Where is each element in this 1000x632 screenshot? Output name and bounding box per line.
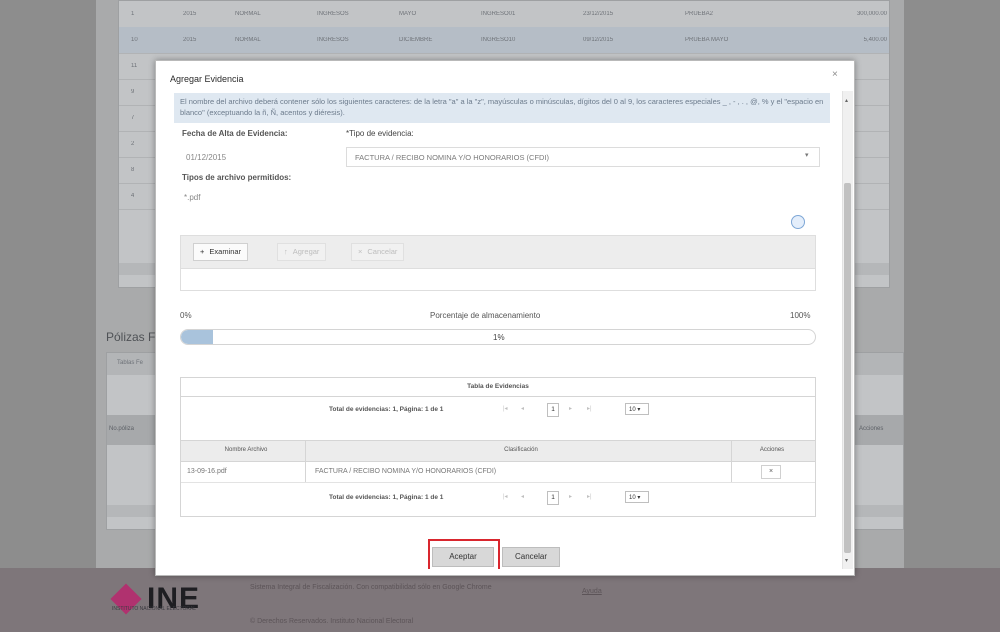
bg-cell: NORMAL xyxy=(235,37,261,43)
bg-cell: 09/12/2015 xyxy=(583,37,614,43)
pager-summary: Total de evidencias: 1, Página: 1 de 1 xyxy=(329,494,444,501)
bg-cell: PRUEBA2 xyxy=(685,11,714,17)
cancel-button[interactable]: Cancelar xyxy=(502,547,560,567)
table-row: 13-09-16.pdf FACTURA / RECIBO NOMINA Y/O… xyxy=(181,462,815,483)
progress-max-label: 100% xyxy=(790,311,811,320)
accept-button[interactable]: Aceptar xyxy=(432,547,494,567)
rows-per-page-select[interactable]: 10 ▾ xyxy=(625,491,649,503)
chevron-down-icon: ▾ xyxy=(805,152,809,159)
bg-cell: 7 xyxy=(131,115,135,121)
tipo-evidencia-select[interactable]: FACTURA / RECIBO NOMINA Y/O HONORARIOS (… xyxy=(346,147,820,167)
background-grid-col-left: No.póliza xyxy=(109,426,135,432)
scroll-up-icon[interactable]: ▴ xyxy=(845,97,848,104)
first-page-icon[interactable]: |◂ xyxy=(503,493,508,500)
bg-cell: 1 xyxy=(131,11,135,17)
evidence-table: Tabla de Evidencias Total de evidencias:… xyxy=(180,377,816,517)
cancel-upload-label: Cancelar xyxy=(367,247,398,256)
filename-rules-notice: El nombre del archivo deberá contener só… xyxy=(174,93,830,123)
progress-value-label: 1% xyxy=(493,333,505,342)
pager-summary: Total de evidencias: 1, Página: 1 de 1 xyxy=(329,406,444,413)
footer-copyright: © Derechos Reservados. Instituto Naciona… xyxy=(250,618,414,625)
storage-progress-bar: 1% xyxy=(180,329,816,345)
close-icon: × xyxy=(358,247,363,256)
row-classification: FACTURA / RECIBO NOMINA Y/O HONORARIOS (… xyxy=(315,468,497,475)
next-page-icon[interactable]: ▸ xyxy=(569,405,572,412)
current-page[interactable]: 1 xyxy=(547,491,559,505)
footer-help-link[interactable]: Ayuda xyxy=(582,588,602,595)
background-section-title: Pólizas F xyxy=(106,330,156,344)
table-pager-bottom: Total de evidencias: 1, Página: 1 de 1 |… xyxy=(181,486,815,510)
col-clasificacion: Clasificación xyxy=(504,447,538,453)
plus-icon: + xyxy=(200,247,205,256)
bg-cell: 4 xyxy=(131,193,135,199)
dialog-title: Agregar Evidencia xyxy=(170,74,244,84)
close-icon[interactable]: × xyxy=(832,69,838,80)
tipo-evidencia-value: FACTURA / RECIBO NOMINA Y/O HONORARIOS (… xyxy=(355,153,550,162)
first-page-icon[interactable]: |◂ xyxy=(503,405,508,412)
bg-cell: NORMAL xyxy=(235,11,261,17)
upload-label: Agregar xyxy=(292,247,320,256)
bg-cell: MAYO xyxy=(399,11,417,17)
bg-cell: DICIEMBRE xyxy=(399,37,433,43)
info-icon[interactable] xyxy=(791,215,805,229)
bg-cell: INGRESO01 xyxy=(481,11,516,17)
bg-cell: INGRESOS xyxy=(317,37,349,43)
tipo-label: *Tipo de evidencia: xyxy=(346,129,414,138)
last-page-icon[interactable]: ▸| xyxy=(587,405,592,412)
bg-cell: 8 xyxy=(131,167,135,173)
add-evidence-dialog: Agregar Evidencia × El nombre del archiv… xyxy=(155,60,855,576)
current-page[interactable]: 1 xyxy=(547,403,559,417)
dialog-body: El nombre del archivo deberá contener só… xyxy=(174,91,836,569)
bg-cell: INGRESO10 xyxy=(481,37,516,43)
bg-cell: 2015 xyxy=(183,11,197,17)
table-row: 10 2015 NORMAL INGRESOS DICIEMBRE INGRES… xyxy=(119,27,889,54)
prev-page-icon[interactable]: ◂ xyxy=(521,405,524,412)
progress-min-label: 0% xyxy=(180,311,192,320)
table-caption: Tabla de Evidencias xyxy=(181,378,815,397)
cancel-upload-button[interactable]: × Cancelar xyxy=(351,243,405,261)
scroll-thumb[interactable] xyxy=(844,183,851,553)
bg-cell: PRUEBA MAYO xyxy=(685,37,729,43)
bg-cell: 300,000.00 xyxy=(856,11,887,17)
progress-fill xyxy=(181,330,213,344)
browse-label: Examinar xyxy=(209,247,242,256)
bg-cell: INGRESOS xyxy=(317,11,349,17)
browse-button[interactable]: + Examinar xyxy=(193,243,249,261)
col-acciones: Acciones xyxy=(759,447,785,453)
bg-cell: 11 xyxy=(131,63,138,69)
background-grid-header-text: Tablas Fe xyxy=(117,360,144,366)
bg-cell: 2 xyxy=(131,141,135,147)
archivos-value: *.pdf xyxy=(184,193,201,202)
prev-page-icon[interactable]: ◂ xyxy=(521,493,524,500)
table-row: 1 2015 NORMAL INGRESOS MAYO INGRESO01 23… xyxy=(119,1,889,28)
scroll-down-icon[interactable]: ▾ xyxy=(845,557,848,564)
bg-cell: 2015 xyxy=(183,37,197,43)
uploader-toolbar: + Examinar ↑ Agregar × Cancelar xyxy=(181,236,815,269)
table-header: Nombre Archivo Clasificación Acciones xyxy=(181,440,815,462)
bg-cell: 5,400.00 xyxy=(863,37,887,43)
bg-cell: 23/12/2015 xyxy=(583,11,614,17)
last-page-icon[interactable]: ▸| xyxy=(587,493,592,500)
col-nombre-archivo: Nombre Archivo xyxy=(224,447,268,453)
upload-button[interactable]: ↑ Agregar xyxy=(277,243,327,261)
bg-cell: 9 xyxy=(131,89,135,95)
bg-cell: 10 xyxy=(131,37,138,43)
background-grid-col-right: Acciones xyxy=(859,426,884,432)
rows-per-page-select[interactable]: 10 ▾ xyxy=(625,403,649,415)
file-uploader: + Examinar ↑ Agregar × Cancelar xyxy=(180,235,816,291)
ine-logo-subtitle: INSTITUTO NACIONAL ELECTORAL xyxy=(112,606,197,612)
row-file-name: 13-09-16.pdf xyxy=(187,468,227,475)
delete-evidence-button[interactable]: × xyxy=(761,465,781,479)
table-pager-top: Total de evidencias: 1, Página: 1 de 1 |… xyxy=(181,398,815,422)
footer-compat-text: Sistema Integral de Fiscalización. Con c… xyxy=(250,584,492,591)
fecha-value: 01/12/2015 xyxy=(186,153,227,162)
next-page-icon[interactable]: ▸ xyxy=(569,493,572,500)
progress-title: Porcentaje de almacenamiento xyxy=(430,311,541,320)
archivos-label: Tipos de archivo permitidos: xyxy=(182,173,292,182)
dialog-vertical-scrollbar[interactable]: ▴ ▾ xyxy=(842,91,853,569)
upload-icon: ↑ xyxy=(284,247,288,256)
fecha-label: Fecha de Alta de Evidencia: xyxy=(182,129,288,138)
